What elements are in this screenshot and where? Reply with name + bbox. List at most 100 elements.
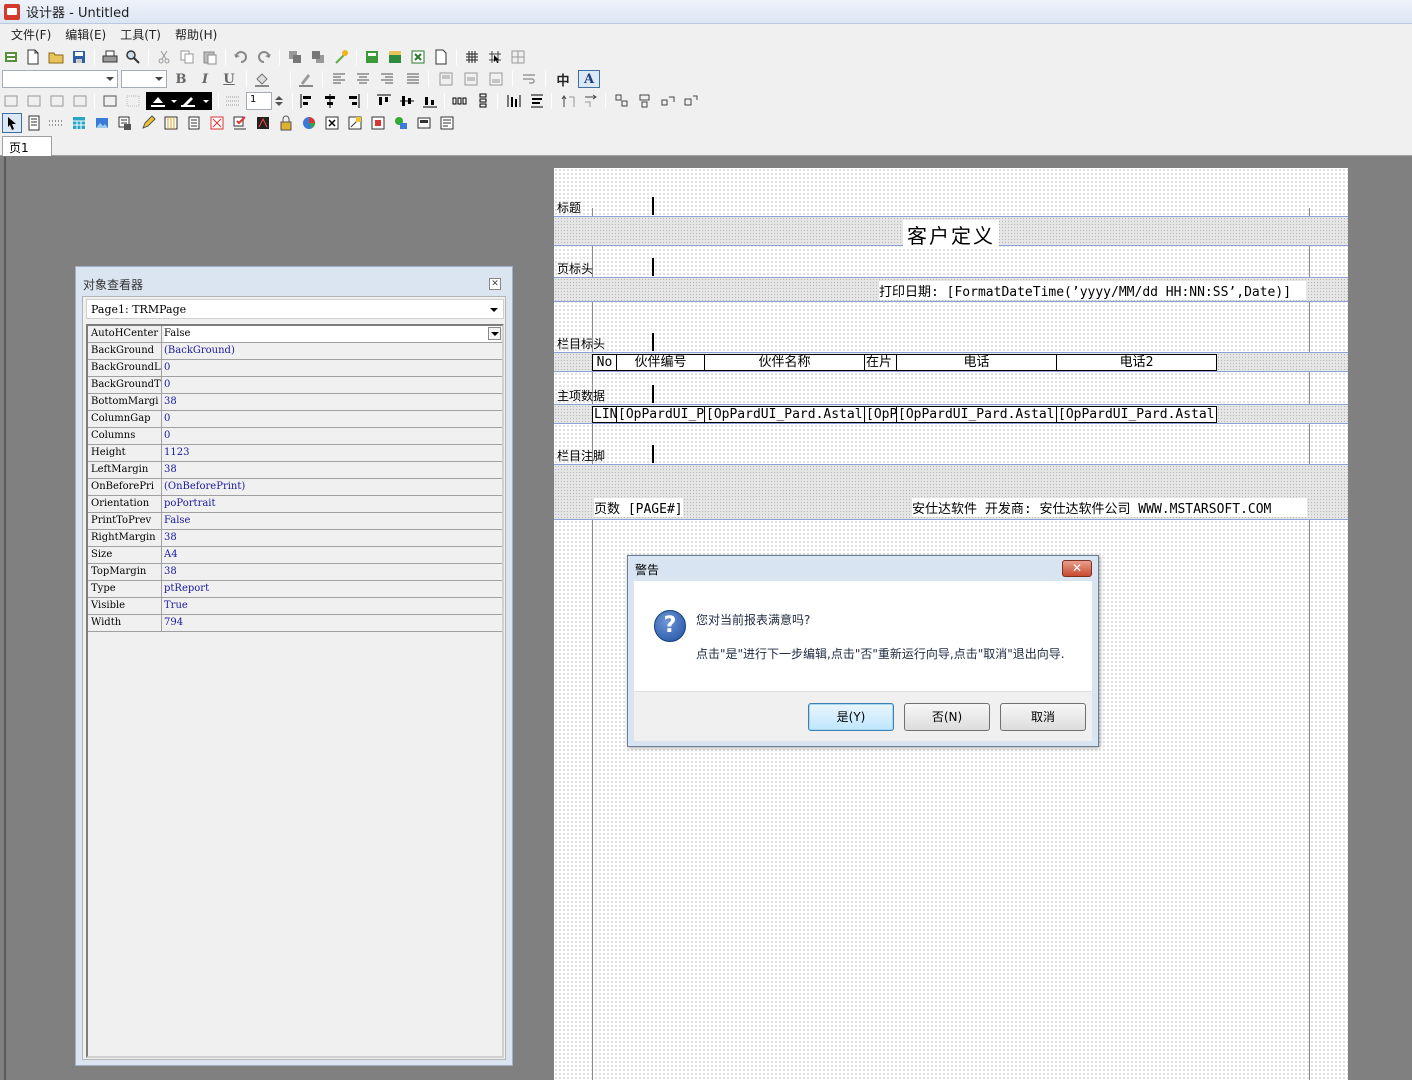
no-button[interactable]: 否(N): [904, 703, 990, 731]
open-folder-icon[interactable]: [47, 48, 65, 66]
property-value[interactable]: True: [164, 598, 500, 614]
columns-icon[interactable]: [162, 114, 180, 132]
property-value[interactable]: 38: [164, 530, 500, 546]
property-row[interactable]: Width 794: [88, 615, 502, 632]
property-row[interactable]: Type ptReport: [88, 581, 502, 598]
snap-grid-icon[interactable]: [486, 48, 504, 66]
print-icon[interactable]: [101, 48, 119, 66]
data-field-cell[interactable]: [OpPardUI_Pard.Astal: [1056, 406, 1217, 423]
band-master-data[interactable]: LINE [OpPardUI_P [OpPardUI_Pard.Astal [O…: [554, 404, 1348, 424]
shapes-icon[interactable]: [392, 114, 410, 132]
menu-tools[interactable]: 工具(T): [113, 26, 168, 43]
border-bottom-icon[interactable]: [71, 92, 89, 110]
valign-bottom-icon[interactable]: [487, 70, 505, 88]
property-row[interactable]: BackGroundL 0: [88, 360, 502, 377]
text-style-icon[interactable]: A: [578, 70, 600, 88]
property-value[interactable]: 0: [164, 360, 500, 376]
column-header-cell[interactable]: 伙伴编号: [616, 354, 705, 371]
property-value[interactable]: ptReport: [164, 581, 500, 597]
barcode-icon[interactable]: [208, 114, 226, 132]
resize-icon[interactable]: [682, 92, 700, 110]
property-row[interactable]: BottomMargi 38: [88, 394, 502, 411]
shift-right-icon[interactable]: [582, 92, 600, 110]
save-icon[interactable]: [70, 48, 88, 66]
company-footer-field[interactable]: 安仕达软件 开发商: 安仕达软件公司 WWW.MSTARSOFT.COM: [912, 498, 1307, 517]
fill-color-icon[interactable]: [253, 70, 271, 88]
wand-icon[interactable]: [332, 48, 350, 66]
redo-icon[interactable]: [255, 48, 273, 66]
grid-icon[interactable]: [463, 48, 481, 66]
menu-edit[interactable]: 编辑(E): [58, 26, 113, 43]
cancel-button[interactable]: 取消: [1000, 703, 1086, 731]
space-vertical-icon[interactable]: [474, 92, 492, 110]
memo-icon[interactable]: [185, 114, 203, 132]
border-all-icon[interactable]: [101, 92, 119, 110]
align-vcenters-icon[interactable]: [398, 92, 416, 110]
column-header-cell[interactable]: 伙伴名称: [704, 354, 865, 371]
wizard-icon[interactable]: [2, 48, 20, 66]
band-title[interactable]: 客户定义: [554, 216, 1348, 249]
column-header-cell[interactable]: 电话2: [1056, 354, 1217, 371]
print-date-field[interactable]: 打印日期: [FormatDateTime(’yyyy/MM/dd HH:NN:…: [879, 281, 1306, 300]
report-settings-icon[interactable]: [386, 48, 404, 66]
pie-chart-icon[interactable]: [300, 114, 318, 132]
property-value[interactable]: 38: [164, 564, 500, 580]
blank-page-icon[interactable]: [432, 48, 450, 66]
object-selector[interactable]: Page1: TRMPage: [86, 299, 504, 319]
band-column-header[interactable]: No 伙伴编号 伙伴名称 在片 电话 电话2: [554, 352, 1348, 372]
lock-icon[interactable]: [277, 114, 295, 132]
property-value[interactable]: (OnBeforePrint): [164, 479, 500, 495]
word-wrap-icon[interactable]: [520, 70, 538, 88]
property-row[interactable]: AutoHCenter False: [88, 326, 502, 343]
column-header-cell[interactable]: 电话: [896, 354, 1057, 371]
underline-button[interactable]: U: [220, 70, 238, 88]
data-field-cell[interactable]: LINE: [592, 406, 617, 423]
paste-icon[interactable]: [201, 48, 219, 66]
property-row[interactable]: Orientation poPortrait: [88, 496, 502, 513]
property-row[interactable]: TopMargin 38: [88, 564, 502, 581]
property-value[interactable]: 38: [164, 462, 500, 478]
line-width-input[interactable]: 1: [246, 92, 272, 110]
group-icon[interactable]: [613, 92, 631, 110]
table-grid-icon[interactable]: [509, 48, 527, 66]
align-justify-icon[interactable]: [404, 70, 422, 88]
property-row[interactable]: Height 1123: [88, 445, 502, 462]
new-file-icon[interactable]: [24, 48, 42, 66]
property-value[interactable]: A4: [164, 547, 500, 563]
property-value[interactable]: (BackGround): [164, 343, 500, 359]
border-none-icon[interactable]: [124, 92, 142, 110]
chinese-char-button[interactable]: 中: [554, 70, 572, 89]
property-row[interactable]: Size A4: [88, 547, 502, 564]
property-row[interactable]: OnBeforePri (OnBeforePrint): [88, 479, 502, 496]
cut-icon[interactable]: [155, 48, 173, 66]
same-width-icon[interactable]: [528, 92, 546, 110]
pencil-icon[interactable]: [139, 114, 157, 132]
bold-button[interactable]: B: [172, 70, 190, 88]
band-column-footer[interactable]: 页数 [PAGE#] 安仕达软件 开发商: 安仕达软件公司 WWW.MSTARS…: [554, 464, 1348, 520]
band-page-header-label[interactable]: 页标头: [554, 258, 654, 276]
band-master-data-label[interactable]: 主项数据: [554, 385, 654, 403]
property-value[interactable]: False: [164, 326, 500, 342]
band-title-label[interactable]: 标题: [554, 197, 654, 215]
align-left-icon[interactable]: [330, 70, 348, 88]
rich-edit-icon[interactable]: [438, 114, 456, 132]
property-value[interactable]: poPortrait: [164, 496, 500, 512]
band-column-header-label[interactable]: 栏目标头: [554, 333, 654, 351]
border-right-icon[interactable]: [48, 92, 66, 110]
report-title[interactable]: 客户定义: [903, 220, 999, 249]
ole-object-icon[interactable]: [369, 114, 387, 132]
color-picker-icon[interactable]: [146, 92, 212, 110]
align-right-icon[interactable]: [378, 70, 396, 88]
data-field-cell[interactable]: [OpPardUI_Pard.Astal: [896, 406, 1057, 423]
column-header-cell[interactable]: No: [592, 354, 617, 371]
border-left-icon[interactable]: [2, 92, 20, 110]
close-box-icon[interactable]: [323, 114, 341, 132]
border-top-icon[interactable]: [25, 92, 43, 110]
subreport-icon[interactable]: [346, 114, 364, 132]
page-number-field[interactable]: 页数 [PAGE#]: [594, 498, 683, 517]
same-height-icon[interactable]: [505, 92, 523, 110]
spin-buttons-icon[interactable]: [272, 92, 286, 110]
property-value[interactable]: False: [164, 513, 500, 529]
dotted-line-icon[interactable]: [47, 114, 65, 132]
property-row[interactable]: RightMargin 38: [88, 530, 502, 547]
